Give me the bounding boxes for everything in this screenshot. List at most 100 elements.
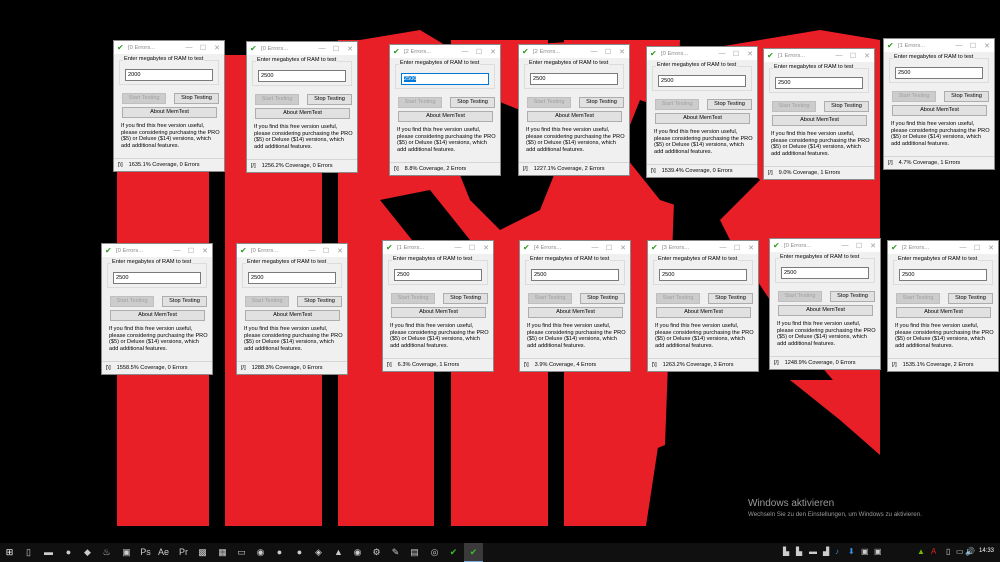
volume-icon[interactable]: 🔊 <box>965 547 975 556</box>
minimize-button[interactable]: — <box>182 44 196 51</box>
stop-testing-button[interactable]: Stop Testing <box>824 101 869 112</box>
start-testing-button[interactable]: Start Testing <box>255 94 299 105</box>
title-bar[interactable]: ✔ [1 Errors... — ☐ ✕ <box>884 39 994 52</box>
stop-testing-button[interactable]: Stop Testing <box>948 293 993 304</box>
maximize-button[interactable]: ☐ <box>852 242 866 250</box>
app-icon[interactable]: ▦ <box>216 546 229 559</box>
ram-input[interactable]: 2500 <box>258 70 346 82</box>
start-testing-button[interactable]: Start Testing <box>110 296 154 307</box>
close-button[interactable]: ✕ <box>744 244 758 252</box>
minimize-button[interactable]: — <box>315 45 329 52</box>
maximize-button[interactable]: ☐ <box>465 244 479 252</box>
title-bar[interactable]: ✔ [1 Errors... — ☐ ✕ <box>383 241 493 254</box>
maximize-button[interactable]: ☐ <box>329 45 343 53</box>
maximize-button[interactable]: ☐ <box>729 50 743 58</box>
about-memtest-button[interactable]: About MemTest <box>892 105 987 116</box>
close-button[interactable]: ✕ <box>866 242 880 250</box>
title-bar[interactable]: ✔ [2 Errors... — ☐ ✕ <box>888 241 998 254</box>
app-icon[interactable]: ▭ <box>235 546 248 559</box>
about-memtest-button[interactable]: About MemTest <box>528 307 623 318</box>
ram-input[interactable]: 2500 <box>530 73 618 85</box>
title-bar[interactable]: ✔ [0 Errors... — ☐ ✕ <box>237 244 347 257</box>
maximize-button[interactable]: ☐ <box>966 42 980 50</box>
minimize-button[interactable]: — <box>588 244 602 251</box>
about-memtest-button[interactable]: About MemTest <box>110 310 205 321</box>
memtest-window[interactable]: ✔ [0 Errors... — ☐ ✕ Enter megabytes of … <box>113 40 225 172</box>
maximize-button[interactable]: ☐ <box>319 247 333 255</box>
minimize-button[interactable]: — <box>952 42 966 49</box>
title-bar[interactable]: ✔ [1 Errors... — ☐ ✕ <box>764 49 874 62</box>
app-icon[interactable]: ▤ <box>408 546 421 559</box>
app-icon[interactable]: ◈ <box>312 546 325 559</box>
about-memtest-button[interactable]: About MemTest <box>896 307 991 318</box>
stop-testing-button[interactable]: Stop Testing <box>579 97 624 108</box>
stop-testing-button[interactable]: Stop Testing <box>830 291 875 302</box>
ram-input[interactable]: 2500 <box>658 75 746 87</box>
close-button[interactable]: ✕ <box>616 244 630 252</box>
close-button[interactable]: ✕ <box>984 244 998 252</box>
ram-input[interactable]: 2500 <box>401 73 489 85</box>
ram-input[interactable]: 2500 <box>659 269 747 281</box>
minimize-button[interactable]: — <box>458 48 472 55</box>
maximize-button[interactable]: ☐ <box>846 52 860 60</box>
tray-app-icon[interactable]: ▬ <box>809 547 817 556</box>
memtest-window[interactable]: ✔ [1 Errors... — ☐ ✕ Enter megabytes of … <box>382 240 494 372</box>
ram-input[interactable]: 2500 <box>895 67 983 79</box>
app-icon[interactable]: ● <box>293 546 306 559</box>
close-button[interactable]: ✕ <box>343 45 357 53</box>
memtest-window[interactable]: ✔ [2 Errors... — ☐ ✕ Enter megabytes of … <box>518 44 630 176</box>
start-icon[interactable]: ⊞ <box>3 546 16 559</box>
close-button[interactable]: ✕ <box>860 52 874 60</box>
maximize-button[interactable]: ☐ <box>730 244 744 252</box>
title-bar[interactable]: ✔ [0 Errors... — ☐ ✕ <box>102 244 212 257</box>
tray-app-icon[interactable]: ▟ <box>823 547 829 556</box>
nvidia-icon[interactable]: ▲ <box>917 547 925 556</box>
premiere-icon[interactable]: Pr <box>177 546 190 559</box>
tray-app-icon[interactable]: ▙ <box>783 547 789 556</box>
network-icon[interactable]: ▭ <box>956 547 964 556</box>
task-view-icon[interactable]: ▯ <box>22 546 35 559</box>
ram-input[interactable]: 2500 <box>531 269 619 281</box>
app-icon[interactable]: ◎ <box>428 546 441 559</box>
ram-input[interactable]: 2500 <box>113 272 201 284</box>
memtest-window[interactable]: ✔ [1 Errors... — ☐ ✕ Enter megabytes of … <box>763 48 875 180</box>
start-testing-button[interactable]: Start Testing <box>655 99 699 110</box>
ram-input[interactable]: 2500 <box>775 77 863 89</box>
memtest-window[interactable]: ✔ [0 Errors... — ☐ ✕ Enter megabytes of … <box>101 243 213 375</box>
maximize-button[interactable]: ☐ <box>184 247 198 255</box>
memtest-window[interactable]: ✔ [0 Errors... — ☐ ✕ Enter megabytes of … <box>246 41 358 173</box>
start-testing-button[interactable]: Start Testing <box>772 101 816 112</box>
maximize-button[interactable]: ☐ <box>472 48 486 56</box>
about-memtest-button[interactable]: About MemTest <box>398 111 493 122</box>
minimize-button[interactable]: — <box>838 242 852 249</box>
start-testing-button[interactable]: Start Testing <box>528 293 572 304</box>
maximize-button[interactable]: ☐ <box>602 244 616 252</box>
close-button[interactable]: ✕ <box>210 44 224 52</box>
minimize-button[interactable]: — <box>716 244 730 251</box>
title-bar[interactable]: ✔ [2 Errors... — ☐ ✕ <box>390 45 500 58</box>
memtest-window[interactable]: ✔ [2 Errors... — ☐ ✕ Enter megabytes of … <box>389 44 501 176</box>
ram-input[interactable]: 2500 <box>899 269 987 281</box>
close-button[interactable]: ✕ <box>198 247 212 255</box>
minimize-button[interactable]: — <box>832 52 846 59</box>
tray-app-icon[interactable]: ⬇ <box>848 547 855 556</box>
tray-app-icon[interactable]: ♪ <box>835 547 839 556</box>
memtest-window[interactable]: ✔ [4 Errors... — ☐ ✕ Enter megabytes of … <box>519 240 631 372</box>
stop-testing-button[interactable]: Stop Testing <box>307 94 352 105</box>
close-button[interactable]: ✕ <box>479 244 493 252</box>
start-testing-button[interactable]: Start Testing <box>245 296 289 307</box>
clock[interactable]: 14:33 <box>979 548 994 554</box>
close-button[interactable]: ✕ <box>980 42 994 50</box>
close-button[interactable]: ✕ <box>615 48 629 56</box>
minimize-button[interactable]: — <box>305 247 319 254</box>
maximize-button[interactable]: ☐ <box>601 48 615 56</box>
start-testing-button[interactable]: Start Testing <box>656 293 700 304</box>
app-icon[interactable]: ✎ <box>389 546 402 559</box>
about-memtest-button[interactable]: About MemTest <box>245 310 340 321</box>
memtest-icon[interactable]: ✔ <box>447 546 460 559</box>
stop-testing-button[interactable]: Stop Testing <box>443 293 488 304</box>
app-icon[interactable]: ▩ <box>196 546 209 559</box>
photoshop-icon[interactable]: Ps <box>139 546 152 559</box>
start-testing-button[interactable]: Start Testing <box>527 97 571 108</box>
close-button[interactable]: ✕ <box>743 50 757 58</box>
